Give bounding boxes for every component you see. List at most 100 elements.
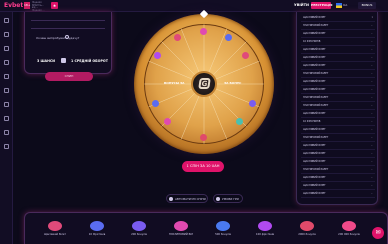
prize-item[interactable]: 200 бонусів bbox=[119, 221, 159, 243]
history-num: ... bbox=[370, 64, 373, 67]
history-row: ЩАСЛИВИЙ БІЛЕТ... bbox=[301, 62, 375, 70]
choice-chance[interactable]: 3 ШАНСИ bbox=[37, 59, 55, 63]
left-sidebar bbox=[0, 12, 13, 244]
history-num: ... bbox=[370, 48, 373, 51]
history-name: ПЛАТИНОВИЙ БІЛЕТ bbox=[303, 168, 329, 171]
wheel-right-label: ЗА БОНУС bbox=[224, 81, 242, 85]
ukraine-flag-icon[interactable] bbox=[336, 3, 342, 8]
g-logo-icon: G bbox=[198, 78, 211, 89]
history-num: ... bbox=[370, 40, 373, 43]
history-num: ... bbox=[370, 120, 373, 123]
live-icon[interactable] bbox=[4, 46, 9, 51]
promo-icon[interactable] bbox=[4, 116, 9, 121]
slots-icon[interactable] bbox=[4, 74, 9, 79]
history-name: ЩАСЛИВИЙ БІЛЕТ bbox=[303, 160, 326, 163]
choice-medium[interactable]: 1 СРЕДНІЙ ОБОРОТ bbox=[71, 59, 108, 63]
auto-spins-button[interactable]: АВТОМАТИЧНІ СПІНИ bbox=[166, 194, 208, 203]
history-row: ЩАСЛИВИЙ БІЛЕТ... bbox=[301, 182, 375, 190]
history-name: ЩАСЛИВИЙ БІЛЕТ bbox=[303, 176, 326, 179]
prize-icon bbox=[225, 34, 232, 41]
history-name: ЩАСЛИВИЙ БІЛЕТ bbox=[303, 192, 326, 195]
history-name: ПЛАТИНОВИЙ БІЛЕТ bbox=[303, 24, 329, 27]
bonus-button[interactable]: BONUS bbox=[358, 2, 376, 9]
history-num: ... bbox=[370, 24, 373, 27]
history-row: ПЛАТИНОВИЙ БІЛЕТ... bbox=[301, 94, 375, 102]
history-num: ... bbox=[370, 168, 373, 171]
prize-item[interactable]: 500 бонусів bbox=[203, 221, 243, 243]
history-num: ... bbox=[370, 80, 373, 83]
rules-button[interactable]: УМОВИ ГРИ bbox=[213, 194, 243, 203]
history-row: ПЛАТИНОВИЙ БІЛЕТ... bbox=[301, 102, 375, 110]
prize-icon bbox=[249, 100, 256, 107]
prize-item[interactable]: ПЛАТИНОВИЙ БІЛ bbox=[161, 221, 201, 243]
wheel-hub[interactable]: G bbox=[191, 71, 217, 97]
prize-label: Щасливий білет bbox=[43, 233, 66, 236]
history-row: ЩАСЛИВИЙ БІЛЕТ... bbox=[301, 46, 375, 54]
rules-label: УМОВИ ГРИ bbox=[222, 197, 239, 201]
language-selector[interactable]: UA bbox=[343, 3, 347, 7]
divider bbox=[31, 20, 105, 21]
prize-item[interactable]: 2000 бонусів bbox=[287, 221, 327, 243]
history-name: 10 ФРІСПИНІВ bbox=[303, 40, 321, 43]
casino-icon[interactable] bbox=[4, 60, 9, 65]
history-num: ... bbox=[370, 96, 373, 99]
history-row: ЩАСЛИВИЙ БІЛЕТ... bbox=[301, 126, 375, 134]
stake-card: Хочеш випробувати удачу? 3 ШАНСИ 1 СРЕДН… bbox=[24, 12, 112, 81]
rules-icon bbox=[216, 197, 220, 201]
login-button[interactable]: УВІЙТИ bbox=[294, 3, 309, 7]
sports-icon[interactable] bbox=[4, 32, 9, 37]
history-row: ЩАСЛИВИЙ БІЛЕТ... bbox=[301, 54, 375, 62]
prize-item[interactable]: 100 фріспінів bbox=[245, 221, 285, 243]
history-name: ЩАСЛИВИЙ БІЛЕТ bbox=[303, 144, 326, 147]
prize-item[interactable]: Щасливий білет bbox=[35, 221, 75, 243]
prize-label: 100 фріспінів bbox=[255, 233, 275, 236]
spin-history-panel: ЩАСЛИВИЙ БІЛЕТ 1 ПЛАТИНОВИЙ БІЛЕТ... ЩАСЛ… bbox=[296, 12, 378, 205]
bonus-icon bbox=[342, 221, 356, 231]
history-num: 1 bbox=[371, 16, 373, 19]
evbet-logo[interactable]: Evbet bbox=[4, 2, 23, 9]
prize-item[interactable]: 10 Фріспінів bbox=[77, 221, 117, 243]
fortune-wheel[interactable]: БОНУСЫ ЗА ЗА БОНУС G bbox=[134, 9, 274, 154]
freespin-icon bbox=[90, 221, 104, 231]
tv-games-icon[interactable] bbox=[4, 102, 9, 107]
prize-item[interactable]: 200 000 бонусів bbox=[329, 221, 369, 243]
history-name: ПЛАТИНОВИЙ БІЛЕТ bbox=[303, 136, 329, 139]
prize-icon bbox=[200, 28, 207, 35]
history-num: ... bbox=[370, 160, 373, 163]
spin-button[interactable]: 1 СПІН ЗА 10 UAH bbox=[182, 161, 224, 172]
prize-icon bbox=[154, 52, 161, 59]
menu-icon[interactable] bbox=[4, 18, 9, 23]
stake-button[interactable]: СПИН bbox=[45, 72, 93, 81]
prize-label: 2000 бонусів bbox=[298, 233, 316, 236]
history-row: ЩАСЛИВИЙ БІЛЕТ... bbox=[301, 174, 375, 182]
star-icon[interactable]: ★ bbox=[51, 2, 58, 9]
prize-icon bbox=[174, 34, 181, 41]
history-name: ЩАСЛИВИЙ БІЛЕТ bbox=[303, 48, 326, 51]
trophy-icon[interactable] bbox=[4, 144, 9, 149]
licence-text: Ліцензія КРАІЛ №... від ... Ліцензія ... bbox=[32, 1, 45, 12]
chat-icon[interactable]: ✉ bbox=[372, 227, 384, 239]
prize-label: 200 бонусів bbox=[131, 233, 147, 236]
history-row: 10 ФРІСПИНІВ... bbox=[301, 118, 375, 126]
register-button[interactable]: РЕЄСТРАЦІЯ bbox=[311, 2, 332, 9]
info-icon[interactable] bbox=[65, 35, 69, 39]
bonus-icon bbox=[132, 221, 146, 231]
age-badge: 18+ bbox=[24, 2, 31, 9]
prize-label: ПЛАТИНОВИЙ БІЛ bbox=[168, 233, 194, 236]
stats-icon[interactable] bbox=[4, 130, 9, 135]
auto-icon bbox=[169, 197, 173, 201]
history-row: ПЛАТИНОВИЙ БІЛЕТ... bbox=[301, 22, 375, 30]
prize-strip: Щасливий білет 10 Фріспінів 200 бонусів … bbox=[24, 212, 388, 244]
games-icon[interactable] bbox=[4, 88, 9, 93]
history-name: ЩАСЛИВИЙ БІЛЕТ bbox=[303, 88, 326, 91]
history-num: ... bbox=[370, 112, 373, 115]
history-row: ЩАСЛИВИЙ БІЛЕТ... bbox=[301, 158, 375, 166]
history-name: ЩАСЛИВИЙ БІЛЕТ bbox=[303, 16, 326, 19]
history-name: ЩАСЛИВИЙ БІЛЕТ bbox=[303, 152, 326, 155]
prize-icon bbox=[164, 118, 171, 125]
history-name: 10 ФРІСПИНІВ bbox=[303, 120, 321, 123]
history-num: ... bbox=[370, 152, 373, 155]
history-num: ... bbox=[370, 88, 373, 91]
bonus-icon bbox=[216, 221, 230, 231]
history-row: ПЛАТИНОВИЙ БІЛЕТ... bbox=[301, 70, 375, 78]
